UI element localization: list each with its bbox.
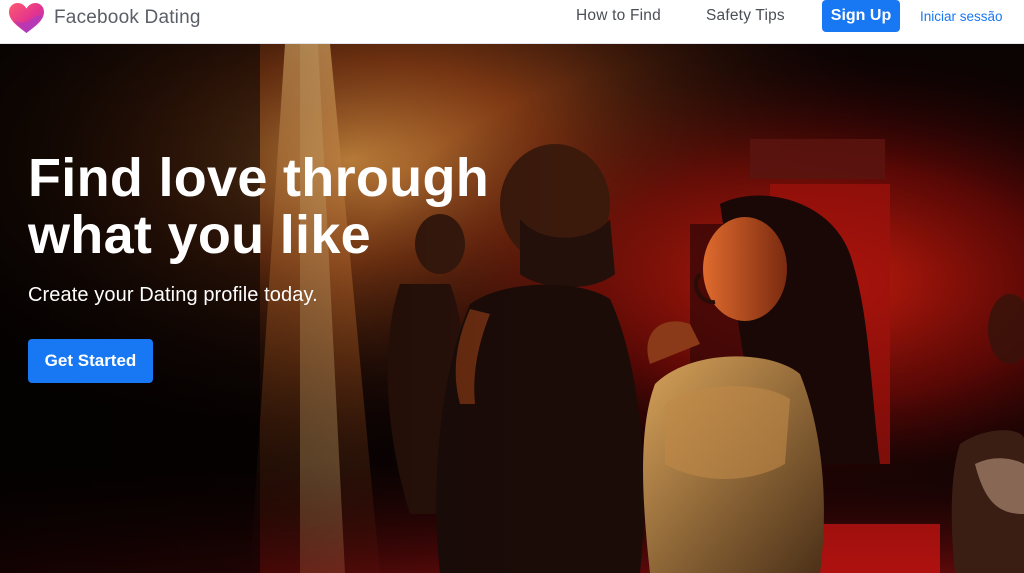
hero-overlay <box>0 44 1024 573</box>
brand-name: Facebook Dating <box>54 7 201 28</box>
sign-up-button[interactable]: Sign Up <box>822 0 900 32</box>
hero-subhead: Create your Dating profile today. <box>28 284 318 306</box>
login-link[interactable]: Iniciar sessão <box>920 9 1003 24</box>
nav-link-safety-tips[interactable]: Safety Tips <box>706 7 785 27</box>
get-started-button[interactable]: Get Started <box>28 339 153 383</box>
brand-home-link[interactable]: Facebook Dating <box>8 2 201 34</box>
nav-link-how-to-find[interactable]: How to Find <box>576 7 661 27</box>
heart-logo-icon <box>9 3 44 33</box>
top-navbar: Facebook Dating How to Find Safety Tips … <box>0 0 1024 44</box>
hero-section: Find love through what you like Create y… <box>0 44 1024 573</box>
hero-headline: Find love through what you like <box>28 148 490 265</box>
